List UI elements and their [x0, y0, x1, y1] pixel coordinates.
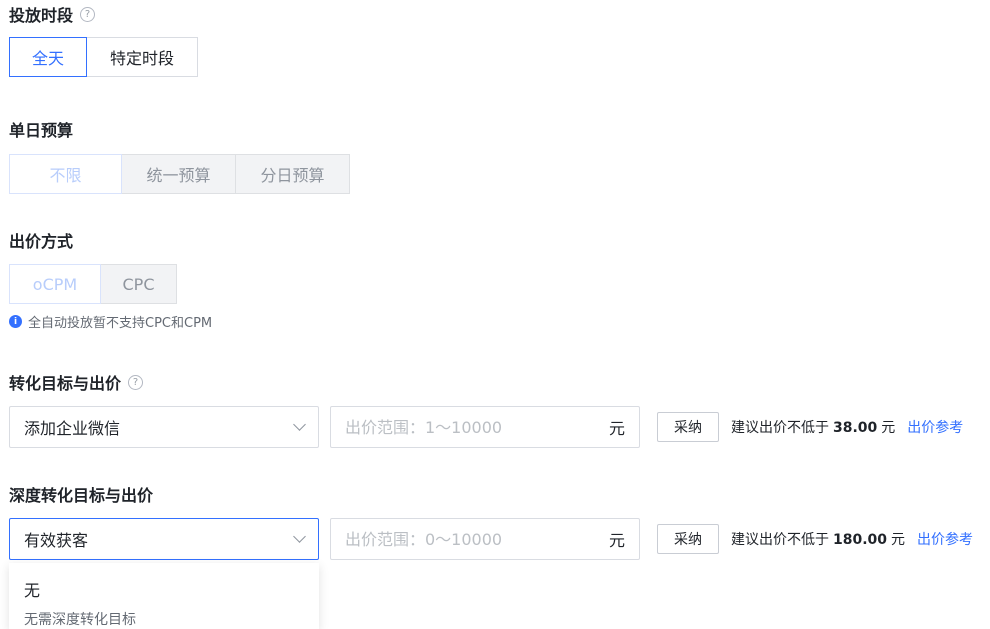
- dropdown-option-desc: 无需深度转化目标: [24, 612, 136, 628]
- budget-option-unified[interactable]: 统一预算: [121, 154, 236, 194]
- help-circle-icon[interactable]: ?: [80, 6, 96, 22]
- suggested-bid: 建议出价不低于 38.00 元: [731, 417, 895, 437]
- price-unit: 元: [608, 531, 625, 550]
- info-icon: i: [9, 315, 22, 328]
- deep-conversion-dropdown: 无 无需深度转化目标: [9, 563, 319, 629]
- bidding-note: i 全自动投放暂不支持CPC和CPM: [9, 312, 212, 331]
- deep-conversion-price-input[interactable]: [345, 529, 585, 549]
- bidding-option-cpc[interactable]: CPC: [100, 264, 177, 304]
- schedule-segmented: 全天 特定时段: [9, 37, 198, 77]
- deep-conversion-selected-value: 有效获客: [24, 531, 89, 550]
- bidding-note-text: 全自动投放暂不支持CPC和CPM: [28, 316, 213, 331]
- chevron-down-icon: [293, 530, 306, 543]
- adopt-button[interactable]: 采纳: [657, 412, 719, 442]
- help-circle-icon[interactable]: ?: [128, 374, 144, 390]
- bidding-option-ocpm[interactable]: oCPM: [9, 264, 101, 304]
- deep-conversion-target-select[interactable]: 有效获客: [9, 518, 319, 560]
- schedule-section: 投放时段 ? 全天 特定时段: [9, 3, 198, 77]
- bidding-label: 出价方式: [9, 232, 74, 251]
- dropdown-option-none[interactable]: 无: [24, 577, 304, 601]
- suggest-value: 38.00: [833, 420, 878, 436]
- conversion-label-text: 转化目标与出价: [9, 374, 122, 393]
- deep-conversion-label: 深度转化目标与出价: [9, 486, 154, 505]
- budget-option-daily[interactable]: 分日预算: [235, 154, 350, 194]
- bid-reference-link[interactable]: 出价参考: [917, 529, 973, 549]
- bidding-segmented: oCPM CPC: [9, 264, 212, 304]
- deep-conversion-row: 有效获客 元 采纳 建议出价不低于180.00元 出价参考: [9, 518, 973, 560]
- schedule-label-text: 投放时段: [9, 6, 74, 25]
- budget-section: 单日预算 不限 统一预算 分日预算: [9, 118, 350, 194]
- schedule-option-specific[interactable]: 特定时段: [86, 37, 198, 77]
- bid-reference-link[interactable]: 出价参考: [907, 417, 963, 437]
- conversion-selected-value: 添加企业微信: [24, 419, 121, 438]
- chevron-down-icon: [293, 418, 306, 431]
- budget-label: 单日预算: [9, 121, 74, 140]
- conversion-row: 添加企业微信 元 采纳 建议出价不低于38.00元 出价参考: [9, 406, 963, 448]
- suggest-prefix: 建议出价不低于: [731, 420, 829, 436]
- budget-option-unlimited[interactable]: 不限: [9, 154, 122, 194]
- suggested-bid: 建议出价不低于 180.00 元: [731, 529, 905, 549]
- suggest-unit: 元: [891, 532, 906, 548]
- conversion-target-select[interactable]: 添加企业微信: [9, 406, 319, 448]
- price-unit: 元: [608, 419, 625, 438]
- conversion-section: 转化目标与出价 ? 添加企业微信 元 采纳 建议出价不低于38.00元 出价参考: [9, 371, 963, 448]
- bidding-section: 出价方式 oCPM CPC i 全自动投放暂不支持CPC和CPM: [9, 229, 212, 331]
- suggest-unit: 元: [881, 420, 896, 436]
- conversion-price-field[interactable]: 元: [330, 406, 640, 448]
- schedule-label: 投放时段 ?: [9, 3, 198, 25]
- adopt-button[interactable]: 采纳: [657, 524, 719, 554]
- conversion-label: 转化目标与出价 ?: [9, 371, 963, 393]
- deep-conversion-price-field[interactable]: 元: [330, 518, 640, 560]
- conversion-price-input[interactable]: [345, 417, 585, 437]
- suggest-value: 180.00: [833, 532, 888, 548]
- budget-segmented: 不限 统一预算 分日预算: [9, 154, 350, 194]
- suggest-prefix: 建议出价不低于: [731, 532, 829, 548]
- schedule-option-all-day[interactable]: 全天: [9, 37, 87, 77]
- deep-conversion-section: 深度转化目标与出价 有效获客 元 采纳 建议出价不低于180.00元 出价参考: [9, 483, 973, 560]
